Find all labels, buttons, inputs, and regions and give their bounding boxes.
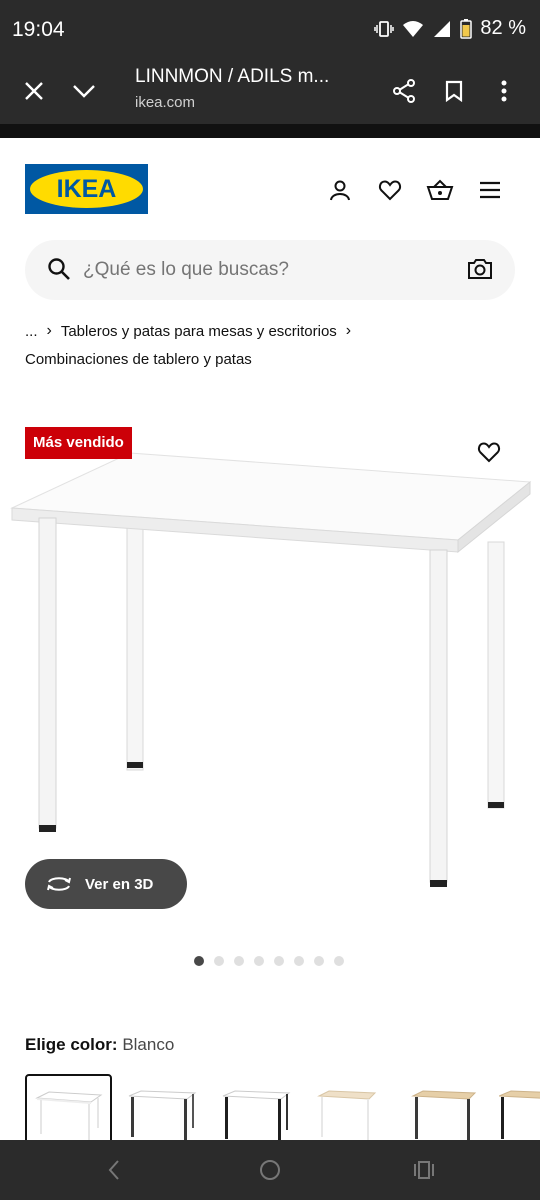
battery-percent: 82 %: [480, 17, 526, 39]
breadcrumb-item-tableros[interactable]: Tableros y patas para mesas y escritorio…: [61, 323, 337, 340]
add-to-favorites-icon[interactable]: [469, 432, 509, 472]
color-options: [25, 1074, 540, 1140]
carousel-dot[interactable]: [334, 956, 344, 966]
carousel-dot[interactable]: [314, 956, 324, 966]
color-option[interactable]: [121, 1074, 208, 1140]
vibrate-icon: [374, 19, 395, 39]
carousel-dot[interactable]: [214, 956, 224, 966]
chevron-down-icon[interactable]: [64, 71, 104, 111]
bookmark-icon[interactable]: [434, 71, 474, 111]
carousel-dot[interactable]: [294, 956, 304, 966]
color-option[interactable]: [25, 1074, 112, 1140]
page-top-strip: [0, 124, 540, 138]
rotate-3d-icon: [45, 874, 73, 894]
carousel-dot[interactable]: [194, 956, 204, 966]
ikea-logo[interactable]: IKEA: [25, 164, 148, 214]
color-option[interactable]: [313, 1074, 400, 1140]
chevron-right-icon: ›: [46, 322, 52, 339]
color-option[interactable]: [217, 1074, 304, 1140]
battery-icon: [460, 18, 473, 39]
carousel-dot[interactable]: [234, 956, 244, 966]
page-url: ikea.com: [135, 94, 196, 111]
account-icon[interactable]: [320, 170, 360, 210]
page-title: LINNMON / ADILS m...: [135, 66, 330, 87]
status-bar: 19:04 82 %: [0, 0, 540, 58]
breadcrumb-item-combinaciones[interactable]: Combinaciones de tablero y patas: [25, 351, 252, 368]
close-icon[interactable]: [14, 71, 54, 111]
breadcrumb: ... › Tableros y patas para mesas y escr…: [25, 321, 360, 368]
cart-icon[interactable]: [420, 170, 460, 210]
color-option[interactable]: [498, 1074, 540, 1140]
view-3d-button[interactable]: Ver en 3D: [25, 859, 187, 909]
search-icon[interactable]: [47, 257, 71, 286]
system-nav-bar: [0, 1140, 540, 1200]
breadcrumb-ellipsis[interactable]: ...: [25, 323, 38, 340]
view-3d-label: Ver en 3D: [85, 875, 154, 893]
product-image[interactable]: [0, 450, 540, 900]
home-icon[interactable]: [250, 1150, 290, 1190]
heart-icon[interactable]: [370, 170, 410, 210]
back-icon[interactable]: [94, 1150, 134, 1190]
wifi-icon: [402, 19, 424, 39]
share-icon[interactable]: [384, 71, 424, 111]
color-value: Blanco: [122, 1035, 175, 1054]
camera-search-icon[interactable]: [467, 257, 493, 286]
logo-text: IKEA: [56, 174, 117, 203]
color-selector-label: Elige color: Blanco: [25, 1035, 174, 1055]
color-label: Elige color:: [25, 1035, 118, 1054]
browser-toolbar: LINNMON / ADILS m... ikea.com: [0, 58, 540, 124]
image-carousel-dots: [194, 956, 344, 966]
status-icons: 82 %: [374, 17, 526, 40]
signal-icon: [432, 19, 452, 39]
carousel-dot[interactable]: [254, 956, 264, 966]
status-time: 19:04: [12, 18, 65, 41]
color-option[interactable]: [409, 1074, 496, 1140]
more-vertical-icon[interactable]: [484, 71, 524, 111]
search-input[interactable]: [83, 240, 443, 300]
recents-icon[interactable]: [404, 1150, 444, 1190]
menu-icon[interactable]: [470, 170, 510, 210]
search-bar[interactable]: [25, 240, 515, 300]
chevron-right-icon: ›: [345, 322, 352, 339]
carousel-dot[interactable]: [274, 956, 284, 966]
bestseller-badge: Más vendido: [25, 427, 132, 459]
